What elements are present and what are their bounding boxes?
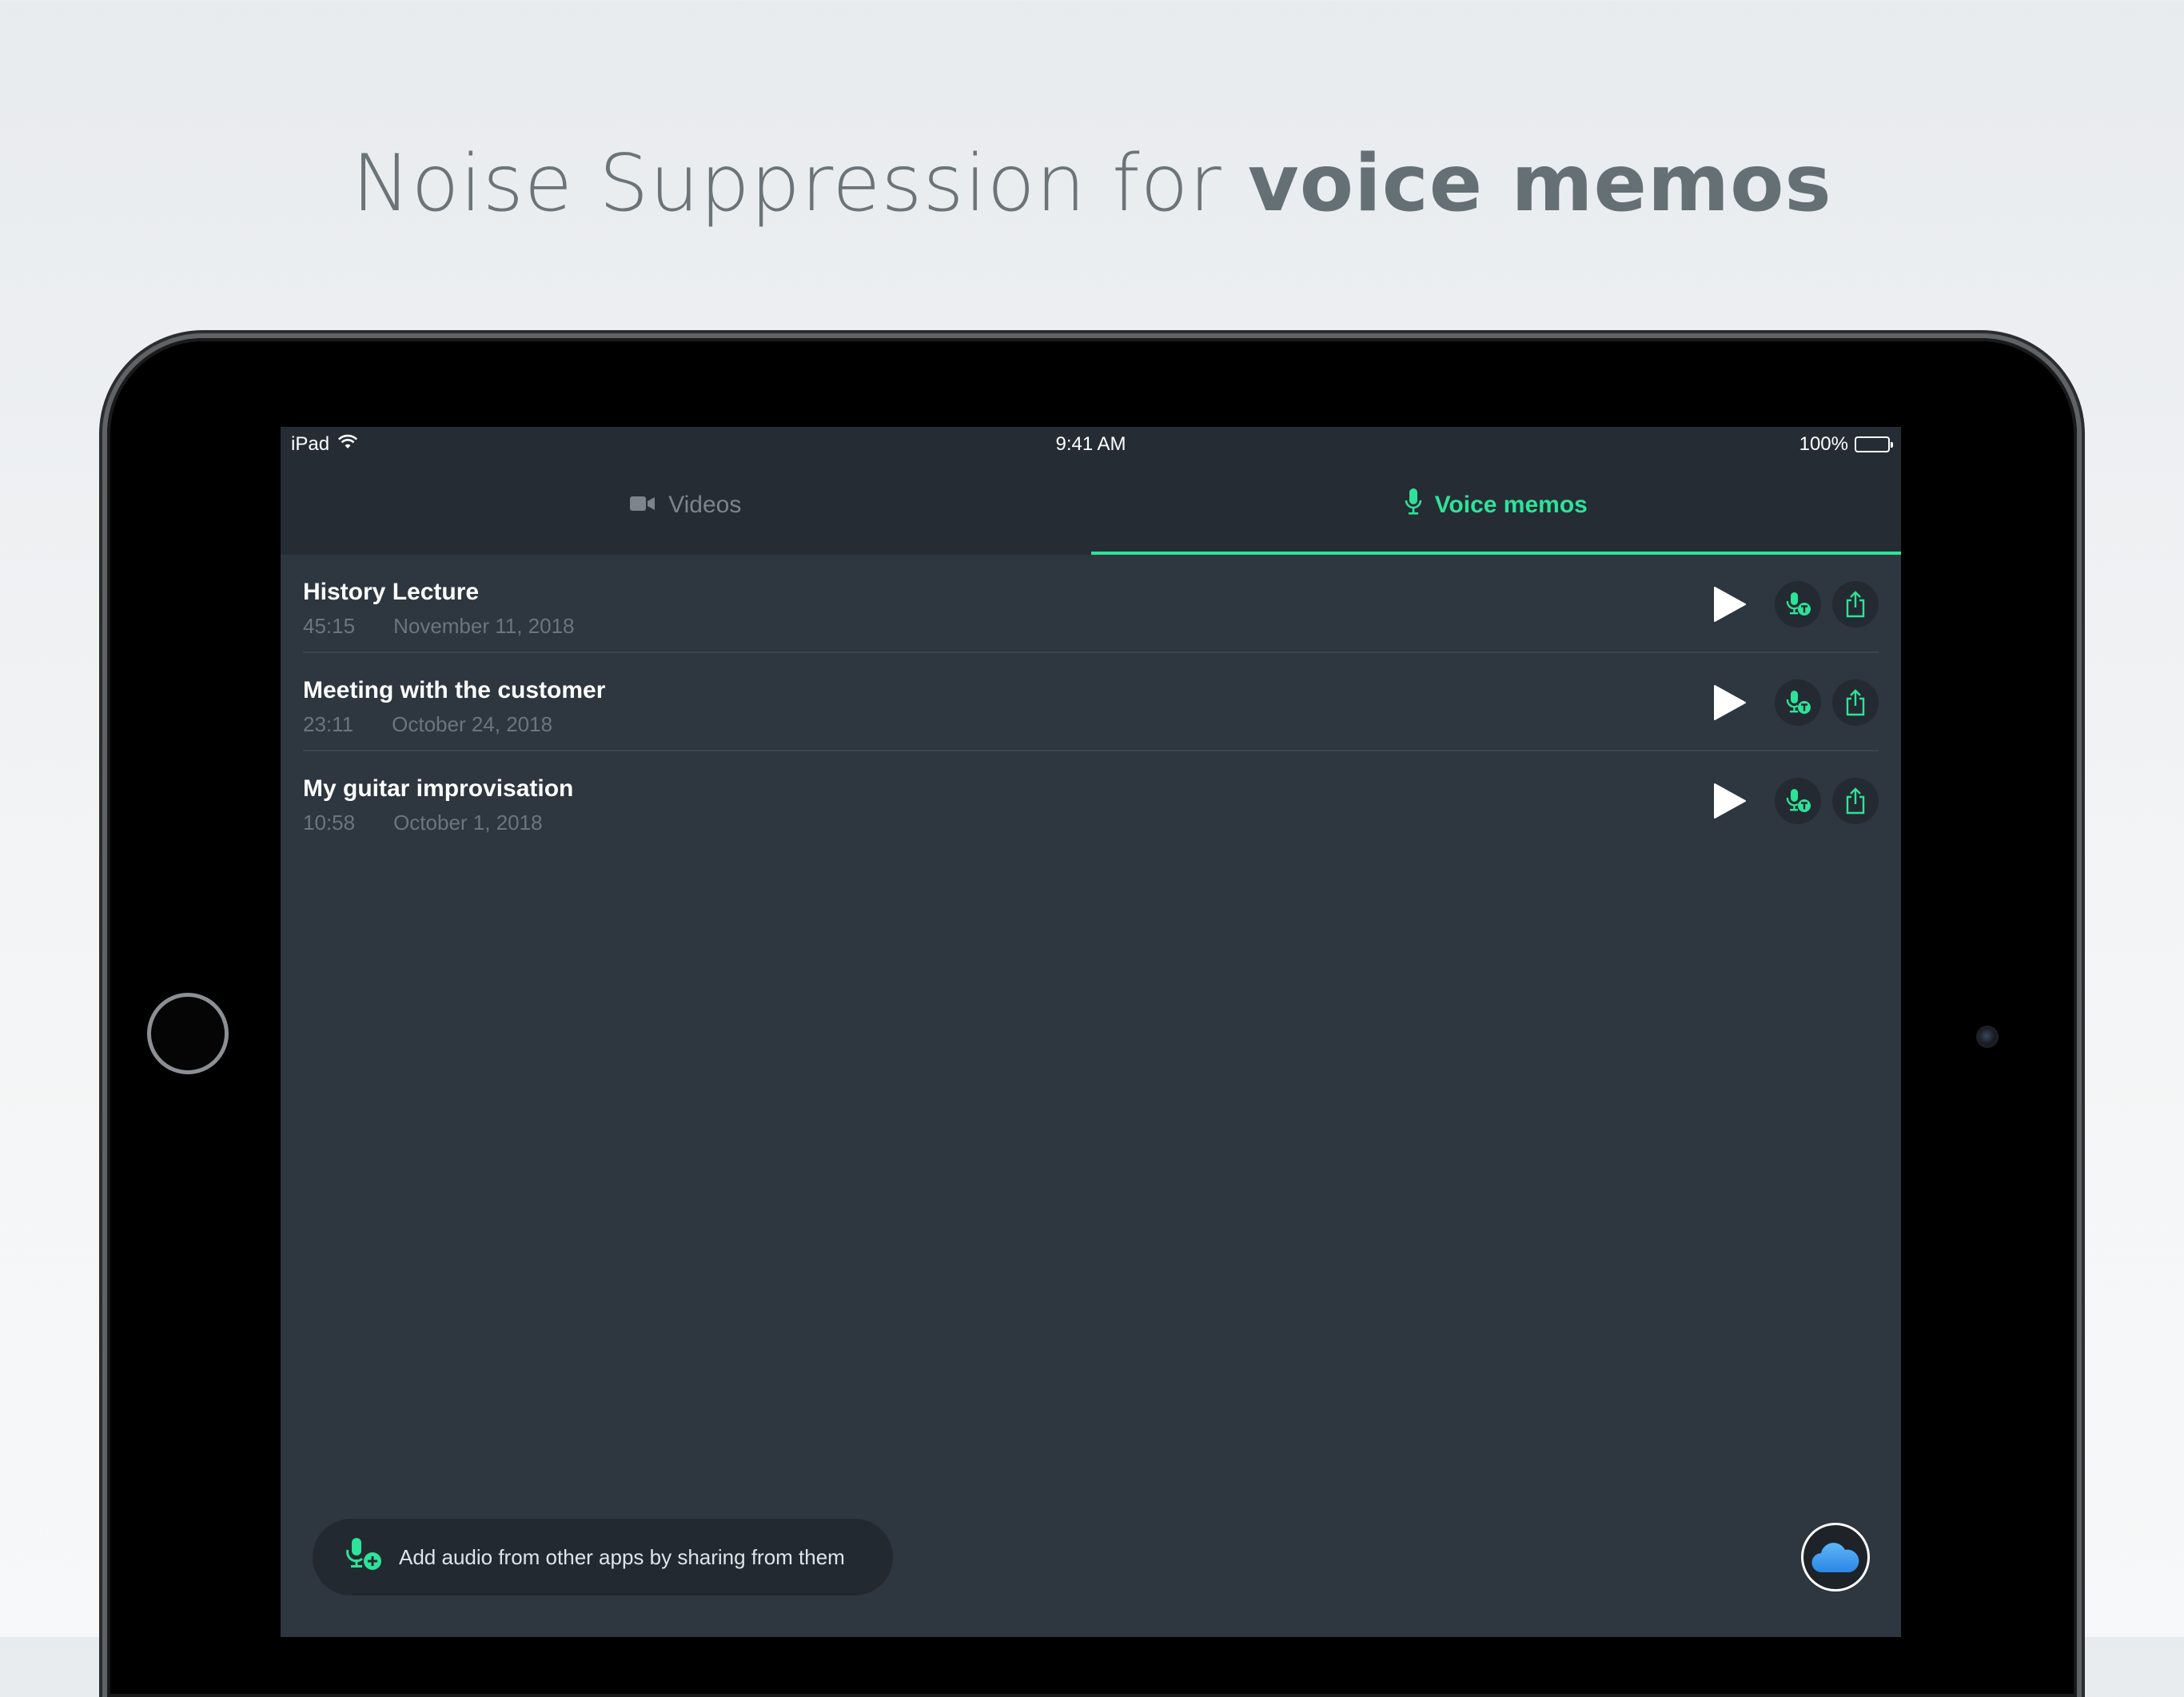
play-button[interactable] bbox=[1706, 580, 1754, 628]
tab-videos-label: Videos bbox=[668, 492, 742, 518]
status-time: 9:41 AM bbox=[1055, 433, 1126, 455]
tab-bar: Videos Voice memos bbox=[281, 460, 1901, 555]
tab-voice-memos[interactable]: Voice memos bbox=[1090, 460, 1902, 555]
headline-bold: voice memos bbox=[1247, 138, 1832, 229]
tab-videos[interactable]: Videos bbox=[281, 460, 1091, 555]
battery-percent: 100% bbox=[1799, 433, 1848, 455]
recording-date: October 1, 2018 bbox=[393, 811, 543, 835]
play-button[interactable] bbox=[1706, 777, 1754, 825]
recording-title: My guitar improvisation bbox=[303, 775, 574, 802]
recording-duration: 45:15 bbox=[303, 614, 356, 638]
recording-title: Meeting with the customer bbox=[303, 677, 606, 703]
microphone-icon bbox=[1405, 488, 1422, 522]
mic-suppress-icon bbox=[1786, 592, 1811, 615]
play-icon bbox=[1714, 783, 1746, 819]
share-icon bbox=[1846, 591, 1865, 618]
noise-suppression-button[interactable] bbox=[1775, 679, 1821, 726]
share-button[interactable] bbox=[1832, 581, 1879, 627]
app-screen: iPad 9:41 AM 100% Videos Voice memos His… bbox=[281, 427, 1901, 1637]
recording-date: October 24, 2018 bbox=[392, 712, 553, 736]
list-item[interactable]: History Lecture 45:15 November 11, 2018 bbox=[303, 555, 1879, 653]
home-button bbox=[147, 993, 229, 1074]
list-item[interactable]: My guitar improvisation 10:58 October 1,… bbox=[303, 751, 1879, 850]
play-button[interactable] bbox=[1706, 679, 1754, 727]
headline-light: Noise Suppression for bbox=[352, 138, 1222, 229]
play-icon bbox=[1714, 587, 1746, 622]
mic-add-icon bbox=[345, 1536, 383, 1579]
share-button[interactable] bbox=[1832, 778, 1879, 824]
recordings-list: History Lecture 45:15 November 11, 2018 bbox=[281, 555, 1901, 850]
play-icon bbox=[1714, 685, 1746, 720]
add-audio-hint-text: Add audio from other apps by sharing fro… bbox=[399, 1544, 845, 1569]
headline: Noise Suppression for voice memos bbox=[0, 128, 2184, 240]
list-item[interactable]: Meeting with the customer 23:11 October … bbox=[303, 653, 1879, 751]
cloud-icon bbox=[1811, 1543, 1859, 1573]
share-icon bbox=[1846, 787, 1865, 815]
recording-title: History Lecture bbox=[303, 579, 480, 605]
tab-voice-memos-label: Voice memos bbox=[1434, 492, 1588, 518]
add-audio-hint[interactable]: Add audio from other apps by sharing fro… bbox=[313, 1519, 893, 1595]
noise-suppression-button[interactable] bbox=[1775, 581, 1821, 627]
mic-suppress-icon bbox=[1786, 691, 1811, 714]
icloud-button[interactable] bbox=[1801, 1523, 1870, 1591]
share-button[interactable] bbox=[1832, 679, 1879, 726]
recording-duration: 10:58 bbox=[303, 811, 356, 835]
mic-suppress-icon bbox=[1786, 789, 1811, 812]
noise-suppression-button[interactable] bbox=[1775, 778, 1821, 824]
recording-duration: 23:11 bbox=[303, 712, 354, 736]
status-bar: iPad 9:41 AM 100% bbox=[281, 427, 1901, 460]
video-camera-icon bbox=[630, 492, 656, 519]
front-camera bbox=[1976, 1026, 1999, 1048]
share-icon bbox=[1846, 689, 1865, 716]
battery-icon bbox=[1855, 436, 1893, 452]
recording-date: November 11, 2018 bbox=[393, 614, 575, 638]
